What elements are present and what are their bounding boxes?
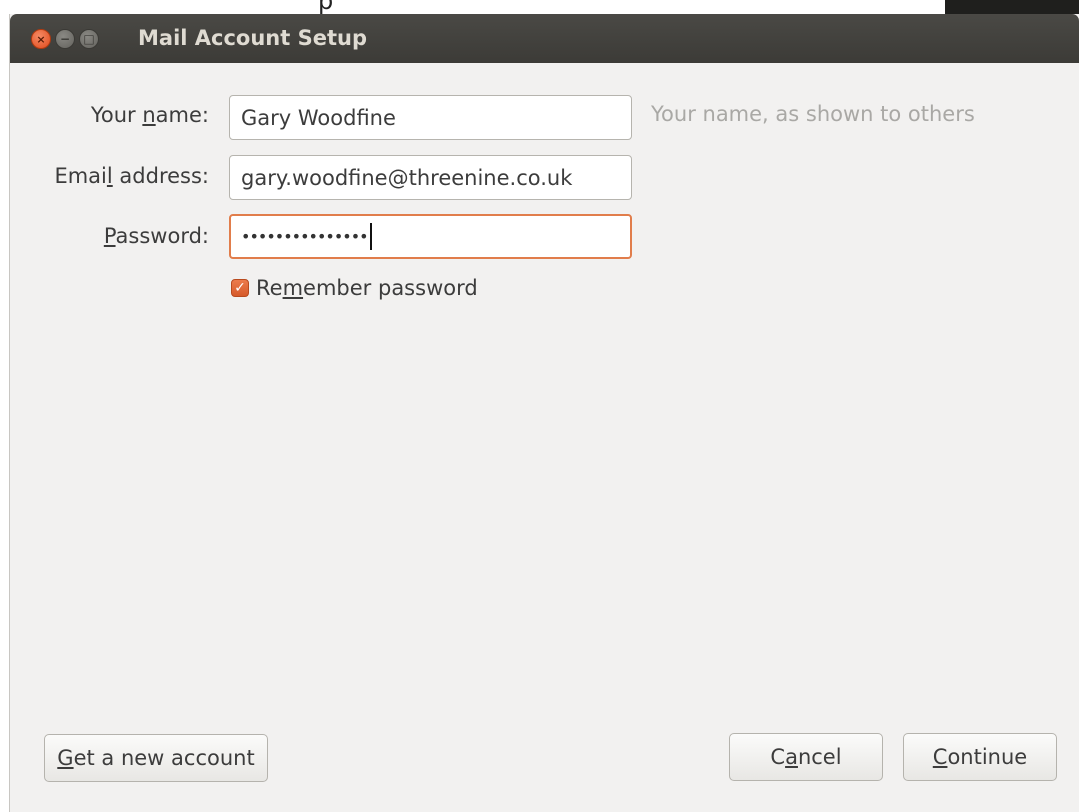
email-address-value: gary.woodfine@threenine.co.uk bbox=[241, 165, 573, 190]
remember-password-checkbox[interactable]: ✓ bbox=[231, 279, 249, 297]
minimize-icon[interactable]: − bbox=[55, 29, 75, 49]
close-icon[interactable]: × bbox=[31, 29, 51, 49]
your-name-label: Your name: bbox=[91, 103, 209, 127]
email-label-post: address: bbox=[112, 164, 209, 188]
background-window-strip: p bbox=[0, 0, 1079, 14]
your-name-label-post: ame: bbox=[155, 103, 209, 127]
your-name-value: Gary Woodfine bbox=[241, 105, 396, 130]
password-label-post: assword: bbox=[115, 224, 209, 248]
background-dark-panel bbox=[945, 0, 1079, 14]
text-caret bbox=[369, 223, 372, 250]
password-label: Password: bbox=[104, 224, 209, 248]
email-label-pre: Emai bbox=[54, 164, 107, 188]
your-name-hint: Your name, as shown to others bbox=[651, 102, 975, 126]
email-address-input[interactable]: gary.woodfine@threenine.co.uk bbox=[229, 155, 632, 200]
mail-account-setup-dialog: × − □ Mail Account Setup Your name: Gary… bbox=[9, 14, 1079, 812]
remember-password-label[interactable]: Remember password bbox=[256, 276, 478, 300]
remember-label-pre: Re bbox=[256, 276, 283, 300]
remember-label-post: ember password bbox=[303, 276, 478, 300]
your-name-input[interactable]: Gary Woodfine bbox=[229, 95, 632, 140]
your-name-label-pre: Your bbox=[90, 103, 143, 127]
email-address-label: Email address: bbox=[54, 164, 209, 188]
password-input[interactable]: ••••••••••••••• bbox=[229, 214, 632, 259]
window-title: Mail Account Setup bbox=[138, 26, 367, 50]
password-masked-value: ••••••••••••••• bbox=[241, 227, 369, 246]
get-new-account-label-post: et a new account bbox=[73, 746, 255, 770]
get-new-account-access-key: G bbox=[57, 746, 74, 770]
cancel-label-post: ncel bbox=[797, 745, 842, 769]
get-new-account-button[interactable]: Get a new account bbox=[44, 734, 268, 782]
continue-button[interactable]: Continue bbox=[903, 733, 1057, 781]
cancel-access-key: a bbox=[785, 745, 798, 769]
maximize-icon[interactable]: □ bbox=[79, 29, 99, 49]
remember-label-access-key: m bbox=[282, 276, 304, 300]
title-bar[interactable]: × − □ Mail Account Setup bbox=[10, 14, 1079, 63]
remember-password-row[interactable]: ✓ Remember password bbox=[231, 276, 478, 300]
continue-label-post: ontinue bbox=[947, 745, 1028, 769]
cancel-label-pre: C bbox=[770, 745, 786, 769]
continue-access-key: C bbox=[932, 745, 948, 769]
background-window-title-fragment: p bbox=[318, 0, 334, 14]
cancel-button[interactable]: Ca ncel bbox=[729, 733, 883, 781]
password-label-access-key: P bbox=[103, 224, 116, 248]
your-name-label-access-key: n bbox=[142, 103, 156, 127]
